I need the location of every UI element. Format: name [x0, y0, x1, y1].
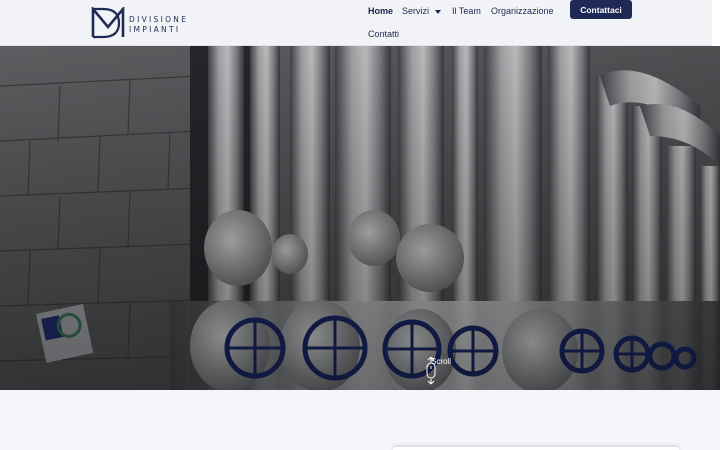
- chevron-down-icon: [435, 9, 442, 14]
- nav-organizzazione[interactable]: Organizzazione: [491, 6, 554, 16]
- mouse-scroll-icon: [426, 357, 436, 385]
- dm-monogram-icon: [91, 7, 125, 39]
- brand-line2: IMPIANTI: [129, 25, 181, 34]
- scrollbar-track[interactable]: [712, 0, 720, 46]
- site-header: DIVISIONE IMPIANTI Home Servizi Il Team …: [0, 0, 712, 46]
- nav-home[interactable]: Home: [368, 6, 393, 16]
- hero-photo-illustration: [0, 46, 720, 390]
- nav-servizi-label: Servizi: [402, 6, 430, 16]
- brand-logo[interactable]: DIVISIONE IMPIANTI: [91, 7, 191, 39]
- nav-il-team[interactable]: Il Team: [452, 6, 481, 16]
- hero-image: Scroll: [0, 46, 720, 390]
- content-section: [0, 390, 720, 450]
- brand-line1: DIVISIONE: [129, 15, 189, 24]
- nav-contatti[interactable]: Contatti: [368, 29, 399, 39]
- nav-servizi[interactable]: Servizi: [402, 6, 442, 16]
- scroll-indicator[interactable]: Scroll: [424, 357, 458, 390]
- contattaci-button[interactable]: Contattaci: [570, 0, 632, 19]
